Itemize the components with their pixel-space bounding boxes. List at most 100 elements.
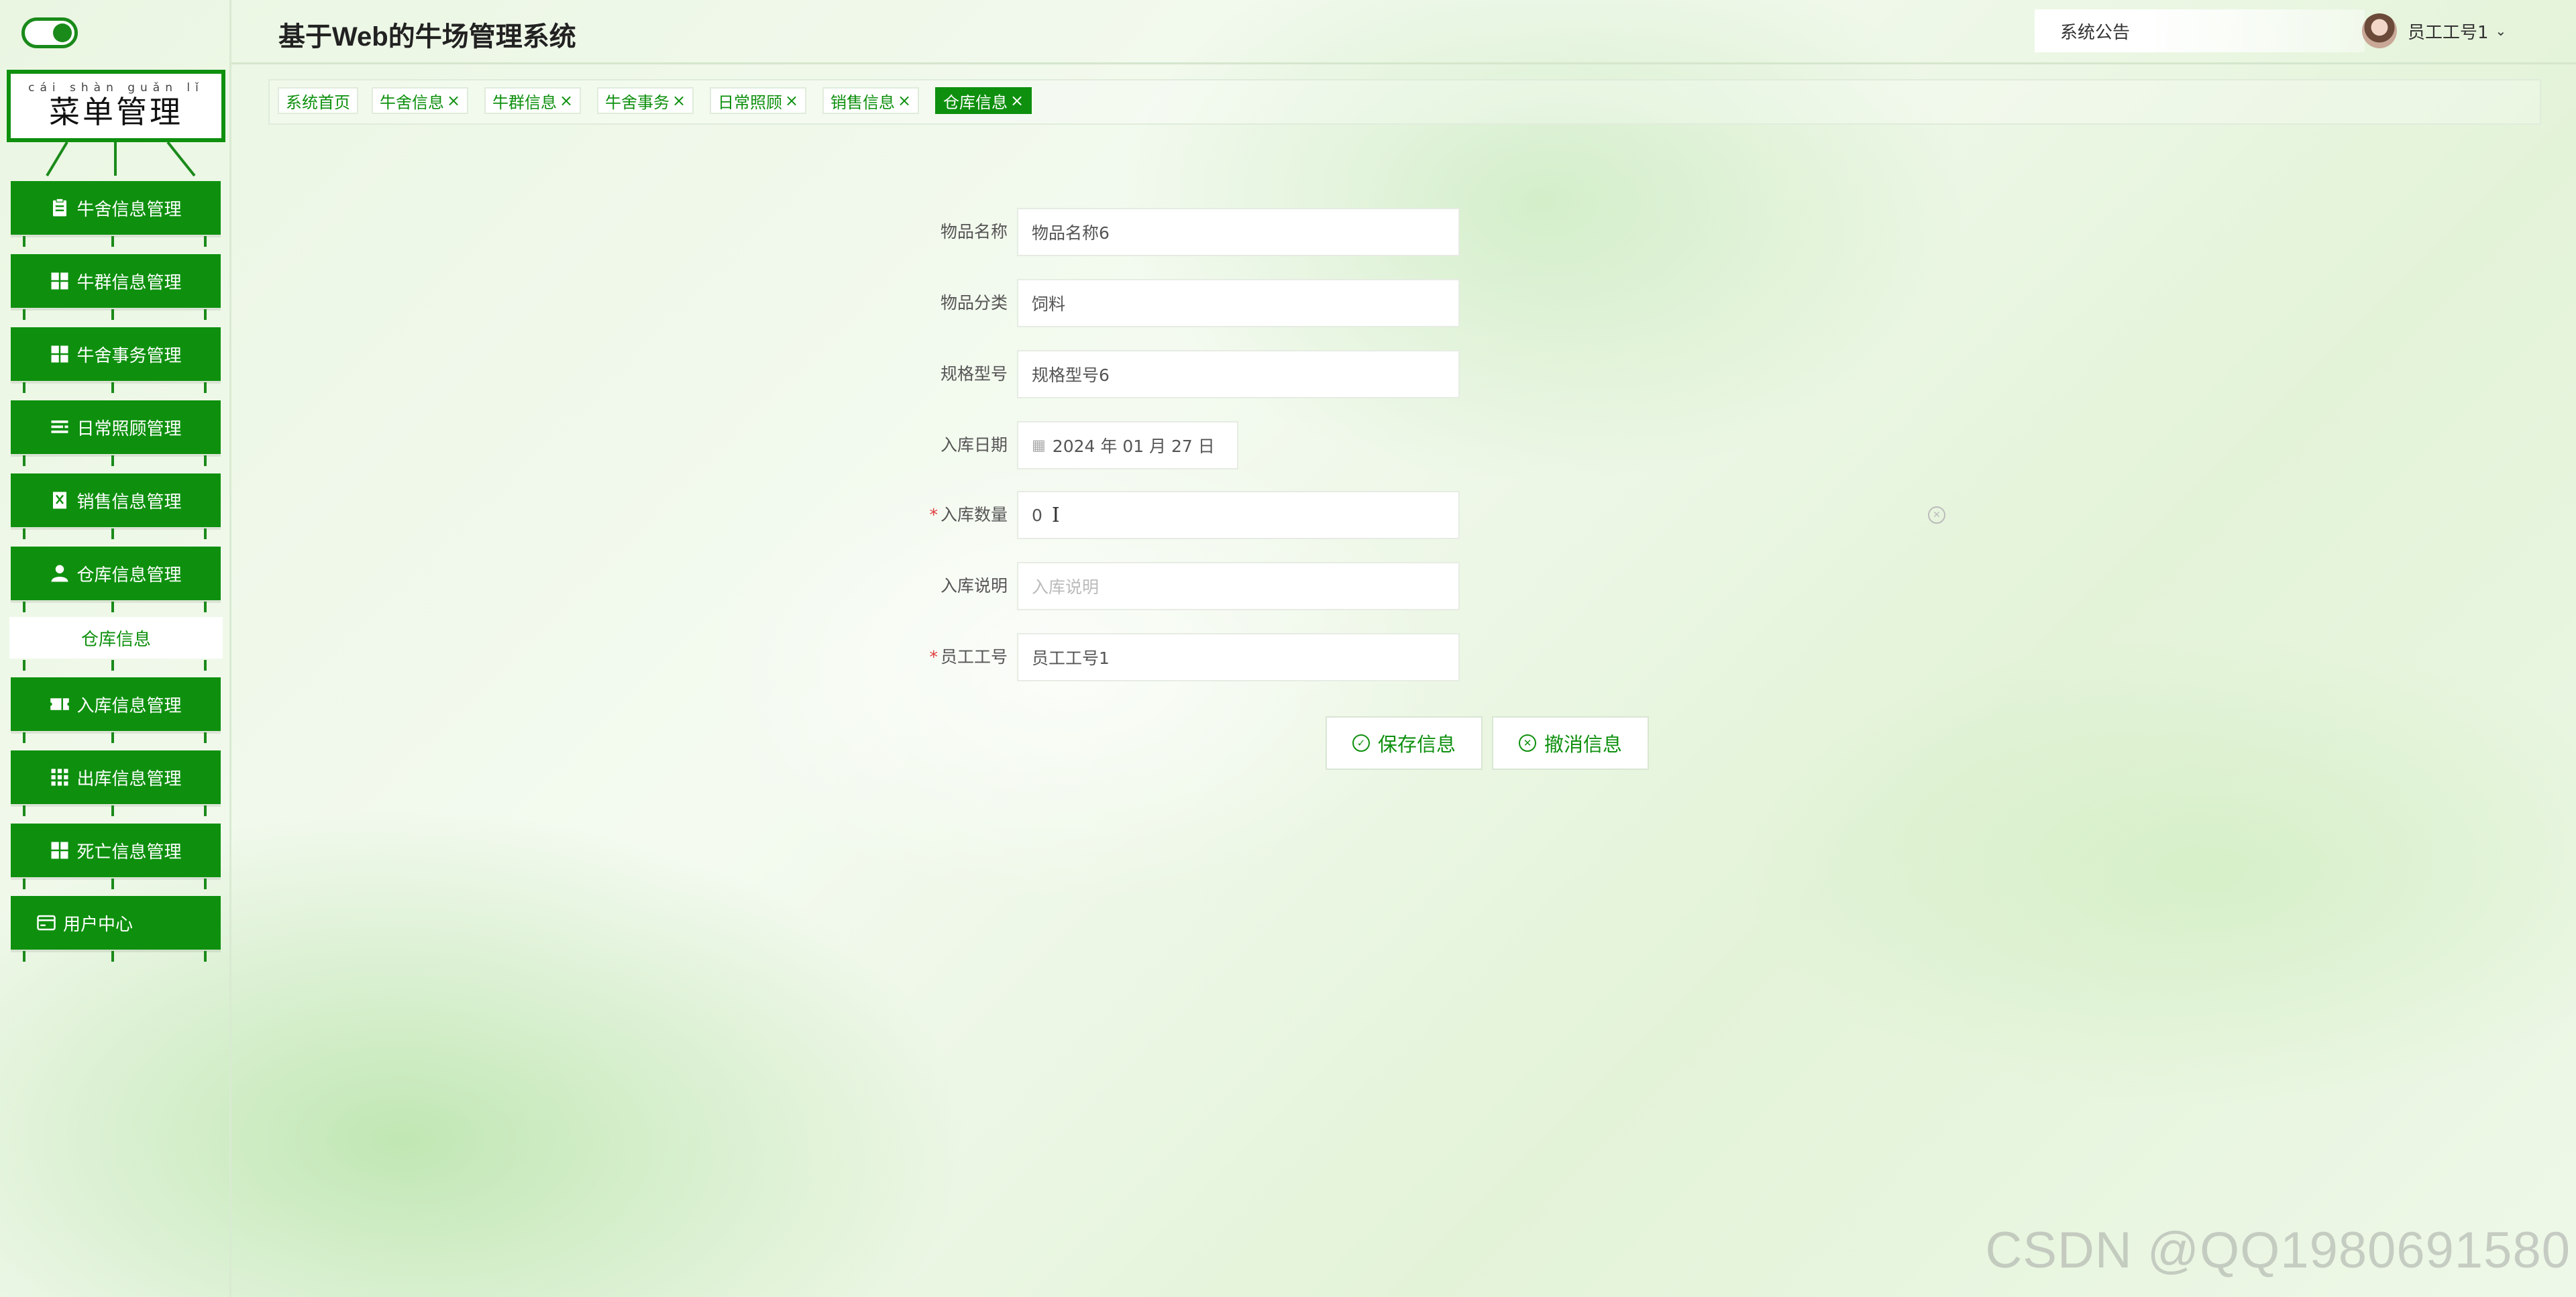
in-quantity-value: 0 [1032,505,1042,525]
in-desc-input[interactable]: 入库说明 [1017,562,1460,610]
in-date-picker[interactable]: ▦ 2024 年 01 月 27 日 [1017,421,1238,469]
top-header: 基于Web的牛场管理系统 系统公告 员工工号1 ⌄ [231,0,2576,64]
close-circle-icon: ✕ [1518,734,1536,752]
sidebar-item-label: 出库信息管理 [76,768,182,789]
check-circle-icon: ✓ [1352,734,1370,752]
close-icon[interactable]: × [1010,91,1024,110]
ticks [11,805,221,819]
sidebar-item-label: 入库信息管理 [76,695,182,716]
employee-no-label: * 员工工号 [860,633,1008,681]
close-icon[interactable]: × [559,91,573,110]
item-category-input[interactable]: 饲料 [1017,279,1460,327]
ticks [11,309,221,323]
close-icon[interactable]: × [672,91,686,110]
watermark: CSDN @QQ1980691580 [1985,1222,2571,1279]
grid-icon [50,344,70,364]
item-name-input[interactable]: 物品名称6 [1017,208,1460,256]
cancel-button[interactable]: ✕ 撤消信息 [1492,716,1649,770]
user-menu[interactable]: 员工工号1 ⌄ [2362,12,2506,50]
clear-icon[interactable]: ✕ [1928,506,1945,524]
toggle-knob [53,23,72,42]
user-icon [50,563,70,583]
sidebar-item-herd[interactable]: 牛群信息管理 [11,254,221,308]
card-icon [36,913,56,933]
system-notice-button[interactable]: 系统公告 [2035,9,2155,52]
ticks [11,382,221,396]
close-icon[interactable]: × [898,91,911,110]
in-date-label: 入库日期 [940,435,1008,455]
tab-label: 日常照顾 [718,93,782,112]
sidebar-item-death[interactable]: 死亡信息管理 [11,824,221,877]
close-icon[interactable]: × [447,91,460,110]
ticks [11,602,221,615]
required-mark: * [929,647,938,667]
item-category-label: 物品分类 [940,293,1008,313]
sidebar: cái shàn guǎn lǐ 菜单管理 牛舍信息管理 牛群信息管理 牛舍事务… [0,0,231,1297]
receipt-icon [50,490,70,510]
ticks [11,732,221,746]
tab-herd[interactable]: 牛群信息 × [484,87,582,114]
tab-label: 仓库信息 [943,93,1008,112]
sidebar-item-label: 牛舍信息管理 [76,199,182,219]
tab-label: 系统首页 [286,93,350,112]
required-mark: * [929,505,938,524]
tab-barn-affairs[interactable]: 牛舍事务 × [597,87,694,114]
tab-label: 牛群信息 [492,93,557,112]
ticket-icon [50,694,70,714]
apps-icon [50,767,70,787]
spec-model-label: 规格型号 [940,364,1008,384]
menu-title-box: cái shàn guǎn lǐ 菜单管理 [7,70,225,142]
sidebar-subitem-warehouse-info[interactable]: 仓库信息 [9,617,223,659]
tab-barn[interactable]: 牛舍信息 × [372,87,469,114]
sidebar-item-label: 用户中心 [63,913,133,934]
sidebar-toggle[interactable] [21,17,78,48]
tab-daily-care[interactable]: 日常照顾 × [710,87,807,114]
tab-sales[interactable]: 销售信息 × [822,87,920,114]
notice-marquee [2155,9,2365,52]
employee-no-label-text: 员工工号 [940,647,1008,667]
in-quantity-label-text: 入库数量 [940,505,1008,524]
save-button-label: 保存信息 [1377,733,1456,756]
ticks [11,660,221,673]
sidebar-item-sales[interactable]: 销售信息管理 [11,473,221,527]
user-name: 员工工号1 [2408,22,2489,43]
tab-label: 牛舍事务 [605,93,669,112]
ticks [11,951,221,964]
tab-label: 销售信息 [830,93,895,112]
sidebar-item-label: 死亡信息管理 [76,841,182,862]
sidebar-item-daily-care[interactable]: 日常照顾管理 [11,400,221,454]
sidebar-item-stock-out[interactable]: 出库信息管理 [11,750,221,804]
sidebar-item-label: 仓库信息管理 [76,564,182,585]
employee-no-input[interactable]: 员工工号1 [1017,633,1460,681]
sidebar-item-user-center[interactable]: 用户中心 [11,896,221,950]
calendar-icon: ▦ [1032,437,1046,454]
spec-model-input[interactable]: 规格型号6 [1017,350,1460,398]
sidebar-item-stock-in[interactable]: 入库信息管理 [11,677,221,731]
sidebar-item-warehouse[interactable]: 仓库信息管理 [11,547,221,600]
in-quantity-label: * 入库数量 [860,491,1008,539]
ticks [11,528,221,542]
avatar [2362,13,2397,48]
chevron-down-icon: ⌄ [2495,23,2507,39]
in-date-value: 2024 年 01 月 27 日 [1052,437,1215,456]
sidebar-item-barn-affairs[interactable]: 牛舍事务管理 [11,327,221,381]
sidebar-item-label: 牛群信息管理 [76,272,182,292]
cancel-button-label: 撤消信息 [1544,733,1622,756]
text-cursor-icon: I [1051,503,1060,527]
ticks [11,455,221,469]
close-icon[interactable]: × [785,91,798,110]
sidebar-item-label: 日常照顾管理 [76,418,182,439]
item-name-label: 物品名称 [940,222,1008,241]
tab-warehouse[interactable]: 仓库信息 × [935,87,1032,114]
page-title: 基于Web的牛场管理系统 [278,22,576,52]
ticks [11,879,221,892]
tab-home[interactable]: 系统首页 [278,87,358,114]
sidebar-item-barn[interactable]: 牛舍信息管理 [11,181,221,235]
menu-title: 菜单管理 [49,94,183,130]
clipboard-icon [50,198,70,218]
in-quantity-input[interactable]: 0 I [1017,491,1460,539]
list-icon [50,417,70,437]
menu-hanging-lines [46,142,196,177]
tab-label: 牛舍信息 [380,93,444,112]
save-button[interactable]: ✓ 保存信息 [1326,716,1483,770]
